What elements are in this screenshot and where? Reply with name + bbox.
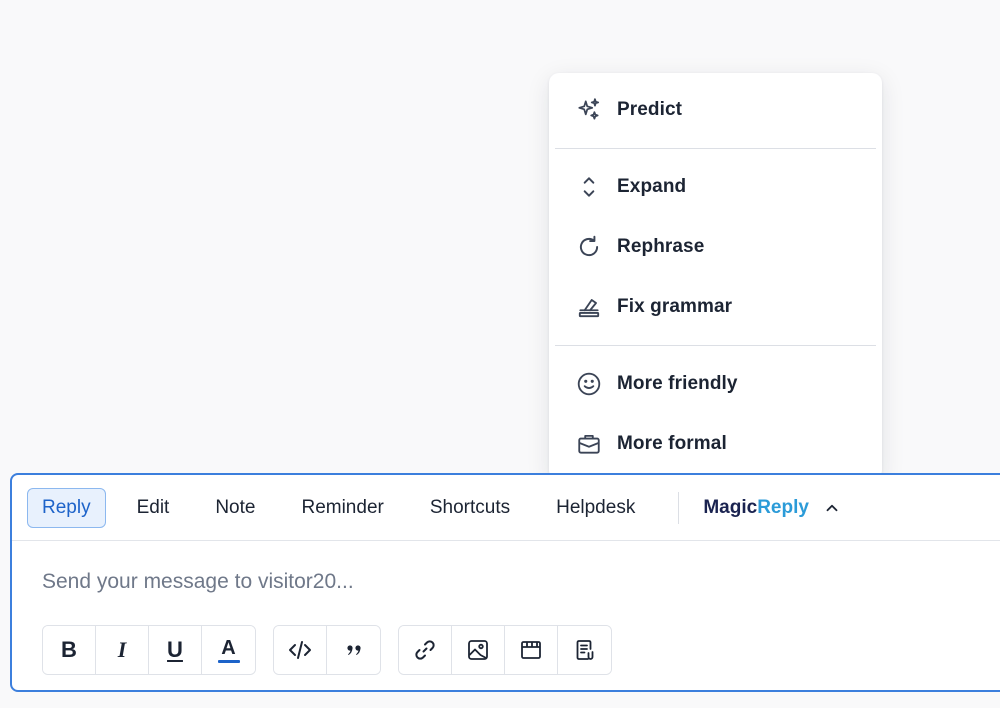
- menu-item-label: Fix grammar: [617, 296, 733, 317]
- composer-tabs: Reply Edit Note Reminder Shortcuts Helpd…: [12, 475, 1000, 541]
- menu-item-expand[interactable]: Expand: [549, 157, 882, 217]
- magicreply-label-magic: Magic: [703, 496, 758, 518]
- page: Predict Expand Rephrase Fix grammar More…: [0, 0, 1000, 708]
- expand-icon: [576, 174, 602, 200]
- menu-item-predict[interactable]: Predict: [549, 80, 882, 140]
- attachment-button[interactable]: [558, 626, 611, 674]
- text-color-swatch: [217, 659, 240, 663]
- image-icon: [468, 640, 488, 660]
- menu-item-label: Expand: [617, 176, 687, 197]
- text-color-icon: A: [217, 636, 240, 663]
- italic-icon: I: [117, 637, 127, 662]
- tab-shortcuts[interactable]: Shortcuts: [415, 488, 525, 528]
- message-input[interactable]: [42, 567, 942, 597]
- magicreply-toggle[interactable]: Magic Reply: [703, 497, 841, 519]
- eraser-icon: [576, 294, 602, 320]
- bold-button[interactable]: B: [43, 626, 96, 674]
- briefcase-icon: [576, 431, 602, 457]
- quote-button[interactable]: [327, 626, 380, 674]
- tab-edit[interactable]: Edit: [122, 488, 185, 528]
- sparkles-icon: [576, 97, 602, 123]
- magicreply-menu: Predict Expand Rephrase Fix grammar More…: [549, 73, 882, 480]
- menu-divider: [555, 148, 876, 149]
- link-button[interactable]: [399, 626, 452, 674]
- underline-button[interactable]: U: [149, 626, 202, 674]
- magicreply-label-reply: Reply: [757, 496, 809, 518]
- text-format-group: B I U A: [42, 625, 256, 675]
- chevron-up-icon: [826, 504, 838, 511]
- tab-separator: [678, 491, 680, 524]
- document-attachment-icon: [576, 640, 593, 660]
- insert-group: [398, 625, 612, 675]
- tab-helpdesk[interactable]: Helpdesk: [541, 488, 650, 528]
- menu-item-label: Predict: [617, 99, 683, 120]
- code-quote-group: [273, 625, 381, 675]
- image-button[interactable]: [452, 626, 505, 674]
- menu-item-fix-grammar[interactable]: Fix grammar: [549, 277, 882, 337]
- text-color-button[interactable]: A: [202, 626, 255, 674]
- code-button[interactable]: [274, 626, 327, 674]
- bold-icon: B: [61, 637, 77, 662]
- quote-icon: [346, 645, 361, 655]
- video-icon: [521, 641, 541, 659]
- tab-reminder[interactable]: Reminder: [286, 488, 398, 528]
- tab-reply[interactable]: Reply: [27, 487, 106, 528]
- menu-item-more-friendly[interactable]: More friendly: [549, 354, 882, 414]
- menu-item-more-formal[interactable]: More formal: [549, 414, 882, 474]
- menu-item-label: Rephrase: [617, 236, 705, 257]
- text-color-letter: A: [221, 636, 236, 659]
- smile-icon: [576, 371, 602, 397]
- message-composer: Reply Edit Note Reminder Shortcuts Helpd…: [10, 473, 1000, 692]
- menu-item-rephrase[interactable]: Rephrase: [549, 217, 882, 277]
- menu-divider: [555, 345, 876, 346]
- italic-button[interactable]: I: [96, 626, 149, 674]
- refresh-icon: [576, 234, 602, 260]
- video-button[interactable]: [505, 626, 558, 674]
- menu-item-label: More formal: [617, 433, 727, 454]
- formatting-toolbar: B I U A: [42, 625, 629, 675]
- menu-item-label: More friendly: [617, 373, 738, 394]
- underline-icon: U: [167, 637, 183, 662]
- link-icon: [415, 640, 435, 660]
- tab-note[interactable]: Note: [200, 488, 270, 528]
- code-icon: [289, 641, 311, 659]
